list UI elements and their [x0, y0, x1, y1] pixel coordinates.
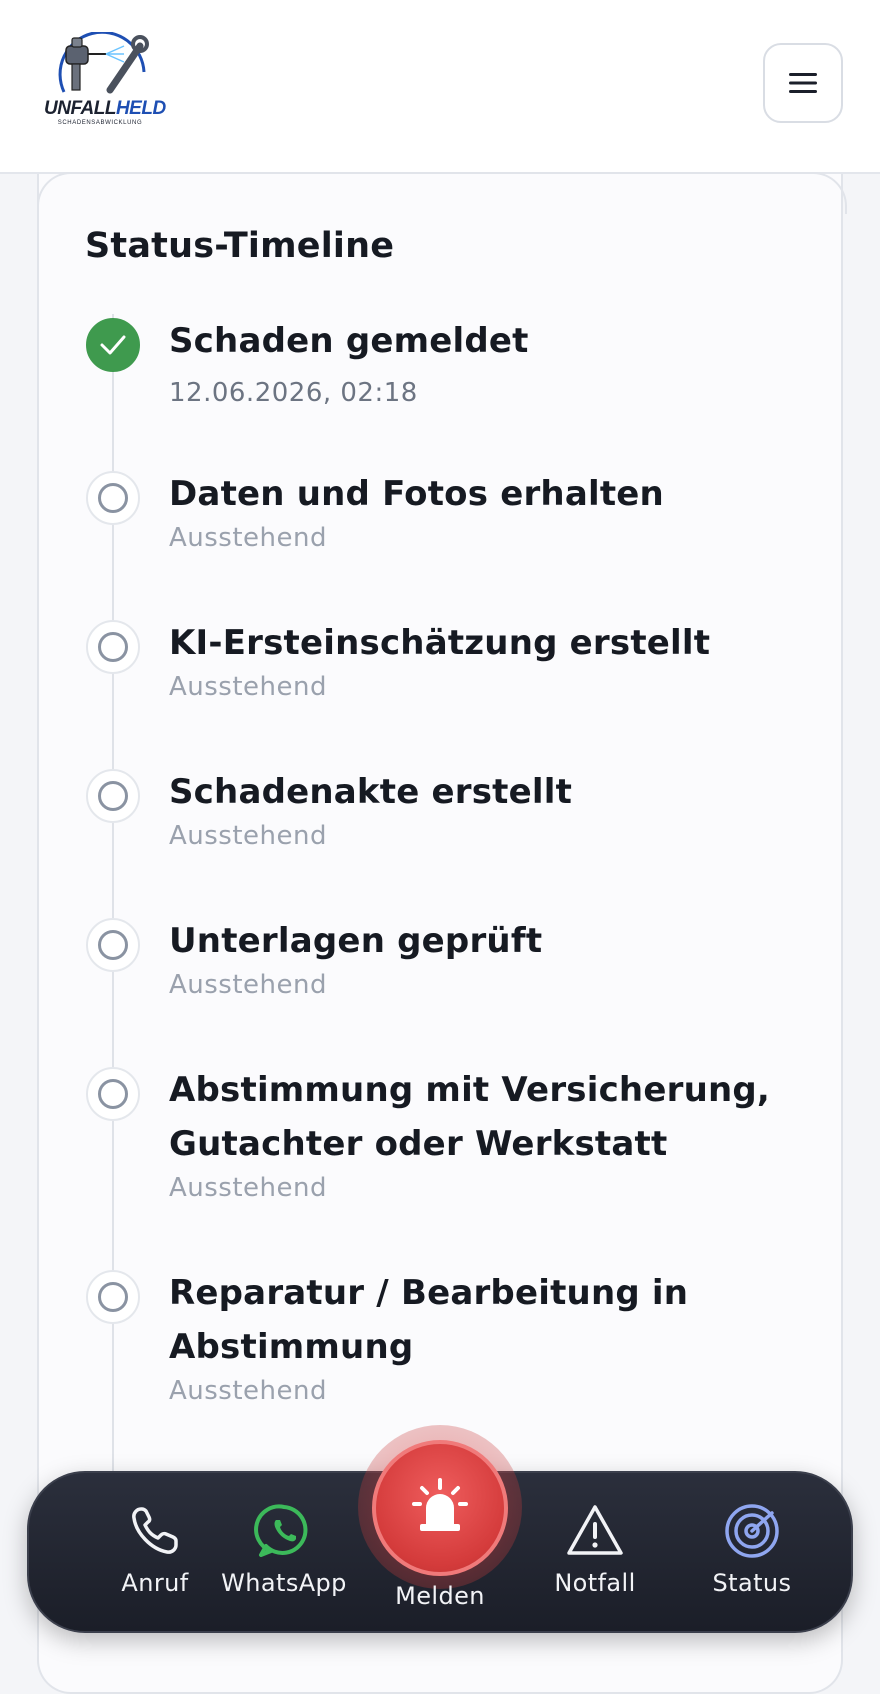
unfallheld-logo[interactable]: UNFALLHELD SCHADENSABWICKLUNG	[44, 30, 166, 128]
step-title: Unterlagen geprüft	[169, 921, 543, 961]
step-status: Ausstehend	[169, 523, 328, 553]
report-damage-button[interactable]	[372, 1440, 508, 1576]
step-pending-indicator	[86, 1270, 140, 1324]
step-done-indicator	[86, 318, 140, 372]
pending-circle-icon	[98, 781, 128, 811]
step-title: Abstimmung mit Versicherung, Gutachter o…	[169, 1070, 771, 1164]
menu-button[interactable]	[763, 43, 843, 123]
logo-subline: SCHADENSABWICKLUNG	[57, 120, 143, 126]
step-title: Reparatur / Bearbeitung in Abstimmung	[169, 1273, 689, 1367]
app-header: UNFALLHELD SCHADENSABWICKLUNG	[0, 0, 880, 174]
pending-circle-icon	[98, 483, 128, 513]
pending-circle-icon	[98, 1282, 128, 1312]
whatsapp-label: WhatsApp	[221, 1569, 347, 1597]
whatsapp-icon	[254, 1504, 308, 1557]
step-pending-indicator	[86, 769, 140, 823]
step-title: Schadenakte erstellt	[169, 772, 573, 812]
step-status: Ausstehend	[169, 1173, 328, 1203]
emergency-label: Notfall	[554, 1569, 636, 1597]
status-button[interactable]: Status	[687, 1501, 817, 1611]
pending-circle-icon	[98, 632, 128, 662]
warning-triangle-icon	[567, 1505, 623, 1555]
pending-circle-icon	[98, 1079, 128, 1109]
step-status: Ausstehend	[169, 970, 328, 1000]
step-status: Ausstehend	[169, 821, 328, 851]
step-pending-indicator	[86, 1067, 140, 1121]
step-title: Daten und Fotos erhalten	[169, 474, 664, 514]
status-label: Status	[712, 1569, 792, 1597]
step-timestamp: 12.06.2026, 02:18	[169, 378, 418, 408]
logo-wordmark: UNFALLHELD	[44, 98, 166, 119]
timeline-title: Status-Timeline	[85, 226, 395, 266]
call-label: Anruf	[121, 1569, 189, 1597]
step-status: Ausstehend	[169, 672, 328, 702]
step-status: Ausstehend	[169, 1376, 328, 1406]
checkmark-icon	[100, 335, 126, 355]
emergency-button[interactable]: Notfall	[530, 1501, 660, 1611]
step-title: Schaden gemeldet	[169, 321, 529, 361]
step-pending-indicator	[86, 918, 140, 972]
step-title: KI-Ersteinschätzung erstellt	[169, 623, 711, 663]
logo-emblem-icon	[58, 30, 149, 94]
report-damage-label: Melden	[395, 1582, 485, 1610]
radar-icon	[725, 1504, 779, 1558]
whatsapp-button[interactable]: WhatsApp	[219, 1501, 349, 1611]
step-pending-indicator	[86, 471, 140, 525]
siren-icon	[412, 1478, 468, 1531]
hamburger-menu-icon	[789, 73, 817, 93]
pending-circle-icon	[98, 930, 128, 960]
call-button[interactable]: Anruf	[90, 1501, 220, 1611]
step-pending-indicator	[86, 620, 140, 674]
phone-icon	[132, 1507, 178, 1554]
